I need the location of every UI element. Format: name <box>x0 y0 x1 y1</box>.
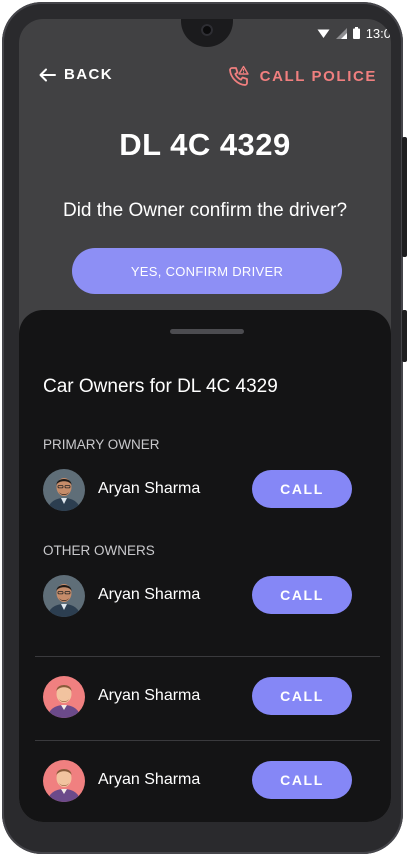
phone-alert-icon <box>228 65 249 86</box>
back-button[interactable]: BACK <box>39 66 113 83</box>
front-camera-icon <box>201 24 213 36</box>
avatar <box>43 676 85 718</box>
back-label: BACK <box>64 66 113 83</box>
arrow-left-icon <box>39 68 56 81</box>
call-police-button[interactable]: CALL POLICE <box>228 65 377 87</box>
primary-owner-label: PRIMARY OWNER <box>43 437 160 452</box>
app-screen: 13:0 BACK CALL POLICE DL 4C 4329 Did the… <box>19 19 391 822</box>
wifi-icon <box>317 29 330 38</box>
avatar <box>43 575 85 617</box>
avatar <box>43 760 85 802</box>
row-divider <box>35 740 380 741</box>
call-owner-button[interactable]: CALL <box>252 677 352 715</box>
confirm-driver-button[interactable]: YES, CONFIRM DRIVER <box>72 248 342 294</box>
call-owner-button[interactable]: CALL <box>252 576 352 614</box>
signal-icon <box>335 27 347 39</box>
status-time: 13:0 <box>365 25 391 41</box>
phone-frame: 13:0 BACK CALL POLICE DL 4C 4329 Did the… <box>2 2 407 854</box>
call-owner-button[interactable]: CALL <box>252 761 352 799</box>
call-police-label: CALL POLICE <box>259 67 377 85</box>
owner-row: Aryan Sharma CALL <box>19 676 391 720</box>
battery-icon <box>352 27 360 39</box>
avatar <box>43 469 85 511</box>
owner-row-primary: Aryan Sharma CALL <box>19 469 391 513</box>
call-owner-button[interactable]: CALL <box>252 470 352 508</box>
other-owners-label: OTHER OWNERS <box>43 543 155 558</box>
owner-name: Aryan Sharma <box>98 586 201 603</box>
owner-name: Aryan Sharma <box>98 771 201 788</box>
owner-name: Aryan Sharma <box>98 480 201 497</box>
vehicle-plate: DL 4C 4329 <box>119 127 291 162</box>
confirm-question: Did the Owner confirm the driver? <box>62 200 348 221</box>
volume-button <box>402 137 407 257</box>
owner-row: Aryan Sharma CALL <box>19 760 391 804</box>
owner-name: Aryan Sharma <box>98 687 201 704</box>
power-button <box>402 310 407 362</box>
owners-bottom-sheet: Car Owners for DL 4C 4329 PRIMARY OWNER <box>19 310 391 822</box>
sheet-title: Car Owners for DL 4C 4329 <box>43 376 278 397</box>
drag-handle[interactable] <box>170 329 244 334</box>
row-divider <box>35 656 380 657</box>
camera-notch <box>181 19 233 47</box>
owner-row: Aryan Sharma CALL <box>19 575 391 619</box>
status-bar: 13:0 <box>317 25 391 41</box>
